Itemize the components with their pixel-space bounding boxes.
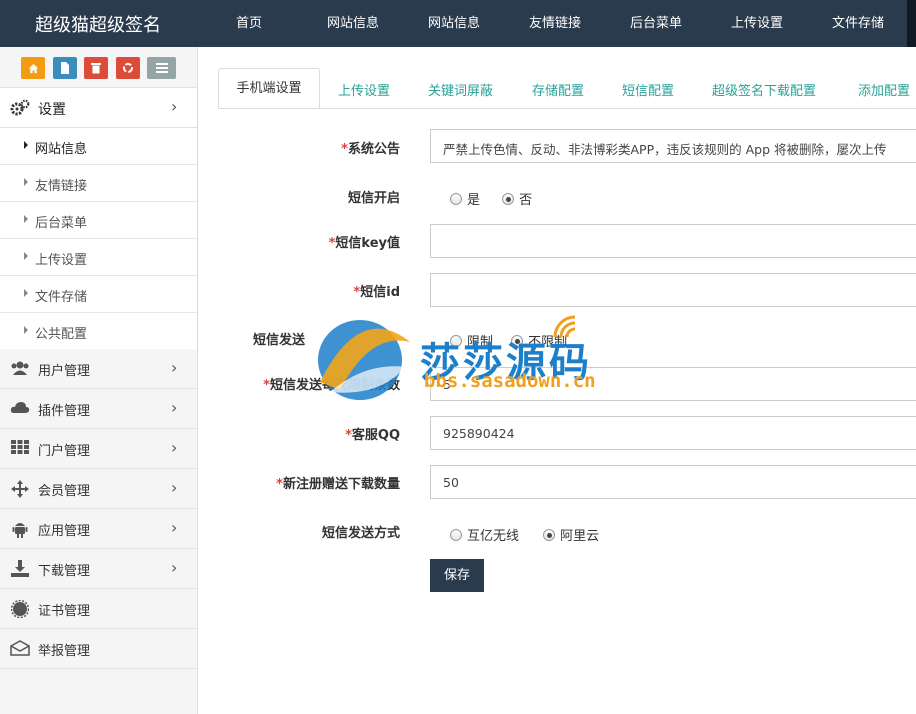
sidebar-group-label: 门户管理 [38, 444, 91, 459]
chevron-right-icon: › [171, 97, 178, 116]
sidebar-item-upload-settings[interactable]: 上传设置 [0, 239, 197, 276]
list-icon[interactable] [147, 57, 176, 79]
download-icon [10, 560, 30, 578]
caret-right-icon [24, 289, 28, 297]
tab-sms-config[interactable]: 短信配置 [622, 80, 674, 99]
topbar-edge [907, 0, 916, 47]
watermark-logo-icon [318, 320, 410, 400]
topnav-upload-settings[interactable]: 上传设置 [731, 0, 783, 47]
quick-action-bar [0, 47, 197, 88]
sms-enable-label: 短信开启 [347, 191, 400, 206]
users-icon [10, 360, 30, 378]
sidebar-group-apps[interactable]: 应用管理 › [0, 509, 197, 549]
topnav-file-storage[interactable]: 文件存储 [832, 0, 884, 47]
chevron-right-icon: › [171, 358, 178, 377]
sidebar-group-label: 证书管理 [38, 604, 91, 619]
sms-id-label: *短信id [353, 285, 400, 300]
caret-right-icon [24, 141, 28, 149]
topnav-site-info[interactable]: 网站信息 [327, 0, 379, 47]
sms-enable-radio-group: 是 否 [450, 189, 532, 208]
gift-downloads-label: *新注册赠送下载数量 [276, 477, 400, 492]
sidebar-item-site-info[interactable]: 网站信息 [0, 128, 197, 165]
sidebar-item-friend-links[interactable]: 友情链接 [0, 165, 197, 202]
topnav-site-info-2[interactable]: 网站信息 [428, 0, 480, 47]
tab-super-sign-download[interactable]: 超级签名下载配置 [712, 80, 816, 99]
grid-icon [10, 440, 30, 458]
home-icon[interactable] [21, 57, 45, 79]
notice-input[interactable]: 严禁上传色情、反动、非法博彩类APP，违反该规则的 App 将被删除，屡次上传 [430, 129, 916, 163]
sms-method-label: 短信发送方式 [321, 526, 400, 541]
sms-enable-option-no[interactable]: 否 [502, 193, 532, 208]
tab-keyword-block[interactable]: 关键词屏蔽 [428, 80, 493, 99]
caret-right-icon [24, 252, 28, 260]
sidebar-group-plugins[interactable]: 插件管理 › [0, 389, 197, 429]
sidebar-group-label: 插件管理 [38, 404, 91, 419]
sidebar-item-label: 网站信息 [35, 142, 88, 157]
android-icon [10, 520, 30, 538]
trash-icon[interactable] [84, 57, 108, 79]
chevron-right-icon: › [171, 518, 178, 537]
sidebar-item-label: 后台菜单 [35, 216, 88, 231]
sidebar-item-admin-menu[interactable]: 后台菜单 [0, 202, 197, 239]
topnav-friend-links[interactable]: 友情链接 [529, 0, 581, 47]
config-tabs: 手机端设置 上传设置 关键词屏蔽 存储配置 短信配置 超级签名下载配置 添加配置 [198, 47, 916, 109]
sidebar-group-portal[interactable]: 门户管理 › [0, 429, 197, 469]
sms-method-option-aliyun[interactable]: 阿里云 [543, 529, 599, 544]
sidebar-group-certificates[interactable]: 证书管理 [0, 589, 197, 629]
tab-mobile-settings[interactable]: 手机端设置 [218, 68, 320, 109]
caret-right-icon [24, 215, 28, 223]
sidebar-group-reports[interactable]: 举报管理 [0, 629, 197, 669]
sidebar-group-label: 会员管理 [38, 484, 91, 499]
chevron-right-icon: › [171, 398, 178, 417]
sidebar-group-members[interactable]: 会员管理 › [0, 469, 197, 509]
notice-label: *系统公告 [341, 142, 400, 157]
watermark-url: bbs.sasadown.cn [424, 370, 596, 392]
sidebar-item-label: 上传设置 [35, 253, 88, 268]
sidebar: 设置 › 网站信息 友情链接 后台菜单 上传设置 文件存储 公共配置 用户管理 … [0, 47, 198, 714]
topnav-home[interactable]: 首页 [236, 0, 262, 47]
topnav-admin-menu[interactable]: 后台菜单 [630, 0, 682, 47]
sidebar-item-label: 公共配置 [35, 327, 88, 342]
sidebar-group-label: 下载管理 [38, 564, 91, 579]
recycle-icon[interactable] [116, 57, 140, 79]
tab-add-config[interactable]: 添加配置 [858, 80, 910, 99]
sms-id-input[interactable] [430, 273, 916, 307]
sms-key-label: *短信key值 [328, 236, 400, 251]
save-button[interactable]: 保存 [430, 559, 484, 592]
chevron-right-icon: › [171, 478, 178, 497]
sms-limit-label: 短信发送 [252, 333, 305, 348]
gears-icon [10, 99, 30, 117]
sidebar-group-label: 应用管理 [38, 524, 91, 539]
sidebar-group-users[interactable]: 用户管理 › [0, 349, 197, 389]
chevron-right-icon: › [171, 558, 178, 577]
tabs-divider [218, 108, 916, 109]
sidebar-group-label: 设置 [38, 102, 66, 118]
file-icon[interactable] [53, 57, 77, 79]
qq-input[interactable]: 925890424 [430, 416, 916, 450]
sidebar-group-label: 举报管理 [38, 644, 91, 659]
chevron-right-icon: › [171, 438, 178, 457]
qq-label: *客服QQ [345, 428, 400, 443]
certificate-icon [10, 599, 30, 619]
sidebar-group-settings[interactable]: 设置 › [0, 88, 197, 128]
sidebar-item-file-storage[interactable]: 文件存储 [0, 276, 197, 313]
sms-enable-option-yes[interactable]: 是 [450, 193, 480, 208]
gift-downloads-input[interactable]: 50 [430, 465, 916, 499]
top-navbar: 超级猫超级签名 首页 网站信息 网站信息 友情链接 后台菜单 上传设置 文件存储 [0, 0, 916, 47]
sidebar-group-downloads[interactable]: 下载管理 › [0, 549, 197, 589]
brand-title: 超级猫超级签名 [35, 15, 161, 36]
caret-right-icon [24, 326, 28, 334]
tab-upload-settings[interactable]: 上传设置 [338, 80, 390, 99]
sidebar-item-label: 文件存储 [35, 290, 88, 305]
sidebar-group-label: 用户管理 [38, 364, 91, 379]
sms-method-option-huyi[interactable]: 互亿无线 [450, 529, 519, 544]
tab-storage-config[interactable]: 存储配置 [532, 80, 584, 99]
sidebar-item-label: 友情链接 [35, 179, 88, 194]
sms-method-radio-group: 互亿无线 阿里云 [450, 525, 599, 544]
caret-right-icon [24, 178, 28, 186]
sms-key-input[interactable] [430, 224, 916, 258]
move-icon [10, 480, 30, 498]
envelope-icon [10, 640, 30, 658]
cloud-icon [10, 400, 30, 418]
